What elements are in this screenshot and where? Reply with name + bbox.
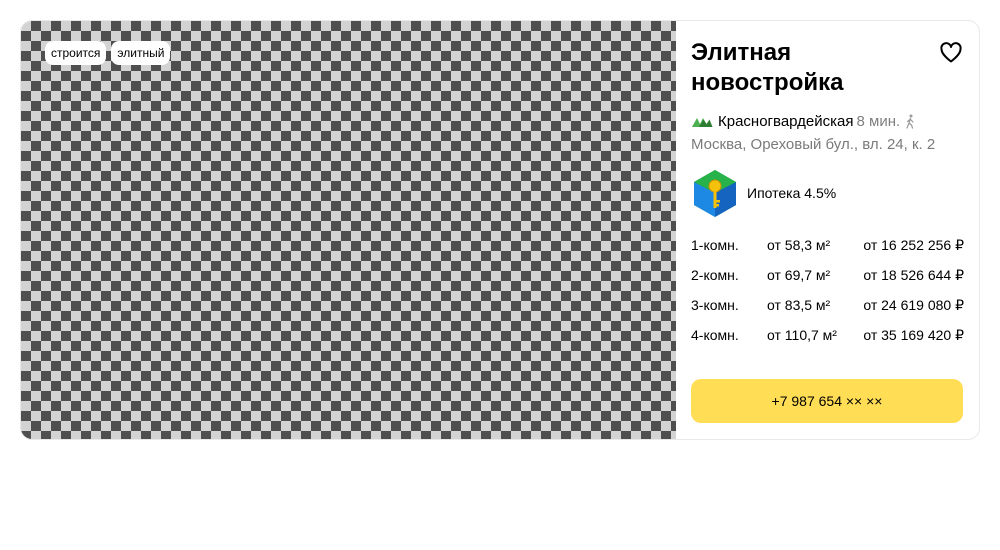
room-type: 4-комн. (691, 327, 739, 343)
metro-station: Красногвардейская (718, 113, 854, 130)
room-area: от 83,5 м² (767, 297, 831, 313)
heart-icon[interactable] (939, 41, 963, 65)
address: Москва, Ореховый бул., вл. 24, к. 2 (691, 136, 936, 153)
room-type: 2-комн. (691, 267, 739, 283)
room-type: 3-комн. (691, 297, 739, 313)
tag-list: строится элитный (45, 41, 171, 65)
room-area: от 110,7 м² (767, 327, 837, 343)
metro-time: 8 мин. (856, 113, 901, 130)
room-row[interactable]: 2-комн. от 69,7 м² от 18 526 644 ₽ (691, 264, 964, 294)
room-area: от 69,7 м² (767, 267, 831, 283)
room-price: от 24 619 080 ₽ (863, 297, 964, 313)
listing-title[interactable]: Элитная новостройка (691, 38, 911, 98)
metro-info: Красногвардейская 8 мин. (691, 113, 916, 130)
room-price: от 35 169 420 ₽ (863, 327, 964, 343)
room-type: 1-комн. (691, 237, 739, 253)
tag-class: элитный (111, 41, 171, 65)
metro-logo-icon (692, 117, 713, 127)
bank-logo-icon (694, 170, 736, 217)
walk-icon (906, 114, 914, 129)
mortgage-offer[interactable]: Ипотека 4.5% (691, 168, 836, 218)
show-phone-button[interactable]: +7 987 654 ×× ×× (691, 379, 963, 423)
room-row[interactable]: 4-комн. от 110,7 м² от 35 169 420 ₽ (691, 324, 964, 354)
room-price: от 18 526 644 ₽ (863, 267, 964, 283)
room-price: от 16 252 256 ₽ (863, 237, 964, 253)
rooms-table: 1-комн. от 58,3 м² от 16 252 256 ₽ 2-ком… (691, 234, 964, 354)
listing-info: Элитная новостройка Красногвардейская 8 … (691, 21, 964, 439)
tag-status: строится (45, 41, 107, 65)
room-row[interactable]: 1-комн. от 58,3 м² от 16 252 256 ₽ (691, 234, 964, 264)
room-row[interactable]: 3-комн. от 83,5 м² от 24 619 080 ₽ (691, 294, 964, 324)
mortgage-label: Ипотека 4.5% (747, 185, 837, 201)
room-area: от 58,3 м² (767, 237, 831, 253)
listing-card[interactable]: строится элитный Элитная новостройка Кра… (20, 20, 980, 440)
listing-photo[interactable]: строится элитный (21, 21, 676, 439)
